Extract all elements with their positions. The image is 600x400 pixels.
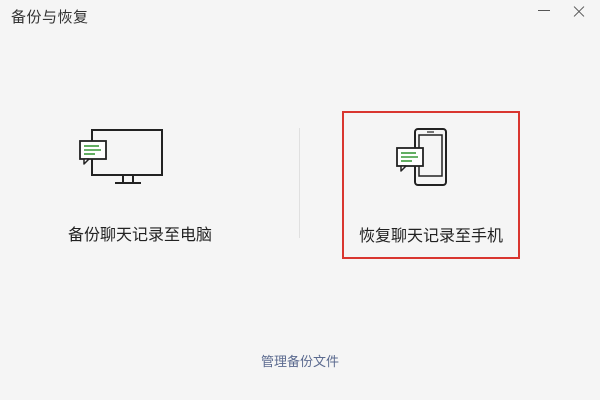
monitor-chat-icon — [79, 129, 163, 184]
minimize-button[interactable] — [530, 0, 560, 24]
title-bar: 备份与恢复 — [0, 0, 600, 32]
manage-backup-files-link[interactable]: 管理备份文件 — [0, 351, 600, 370]
backup-restore-window: 备份与恢复 备份聊天记录至电脑 恢复聊天记录至手机 管理备份文件 — [0, 0, 600, 400]
close-button[interactable] — [564, 0, 594, 24]
window-title: 备份与恢复 — [11, 8, 89, 26]
restore-to-phone-button[interactable]: 恢复聊天记录至手机 — [342, 111, 520, 259]
backup-to-pc-label: 备份聊天记录至电脑 — [67, 225, 212, 244]
phone-chat-icon — [396, 128, 447, 186]
restore-to-phone-label: 恢复聊天记录至手机 — [358, 226, 503, 245]
divider — [299, 128, 300, 238]
backup-to-pc-button[interactable]: 备份聊天记录至电脑 — [40, 110, 240, 260]
